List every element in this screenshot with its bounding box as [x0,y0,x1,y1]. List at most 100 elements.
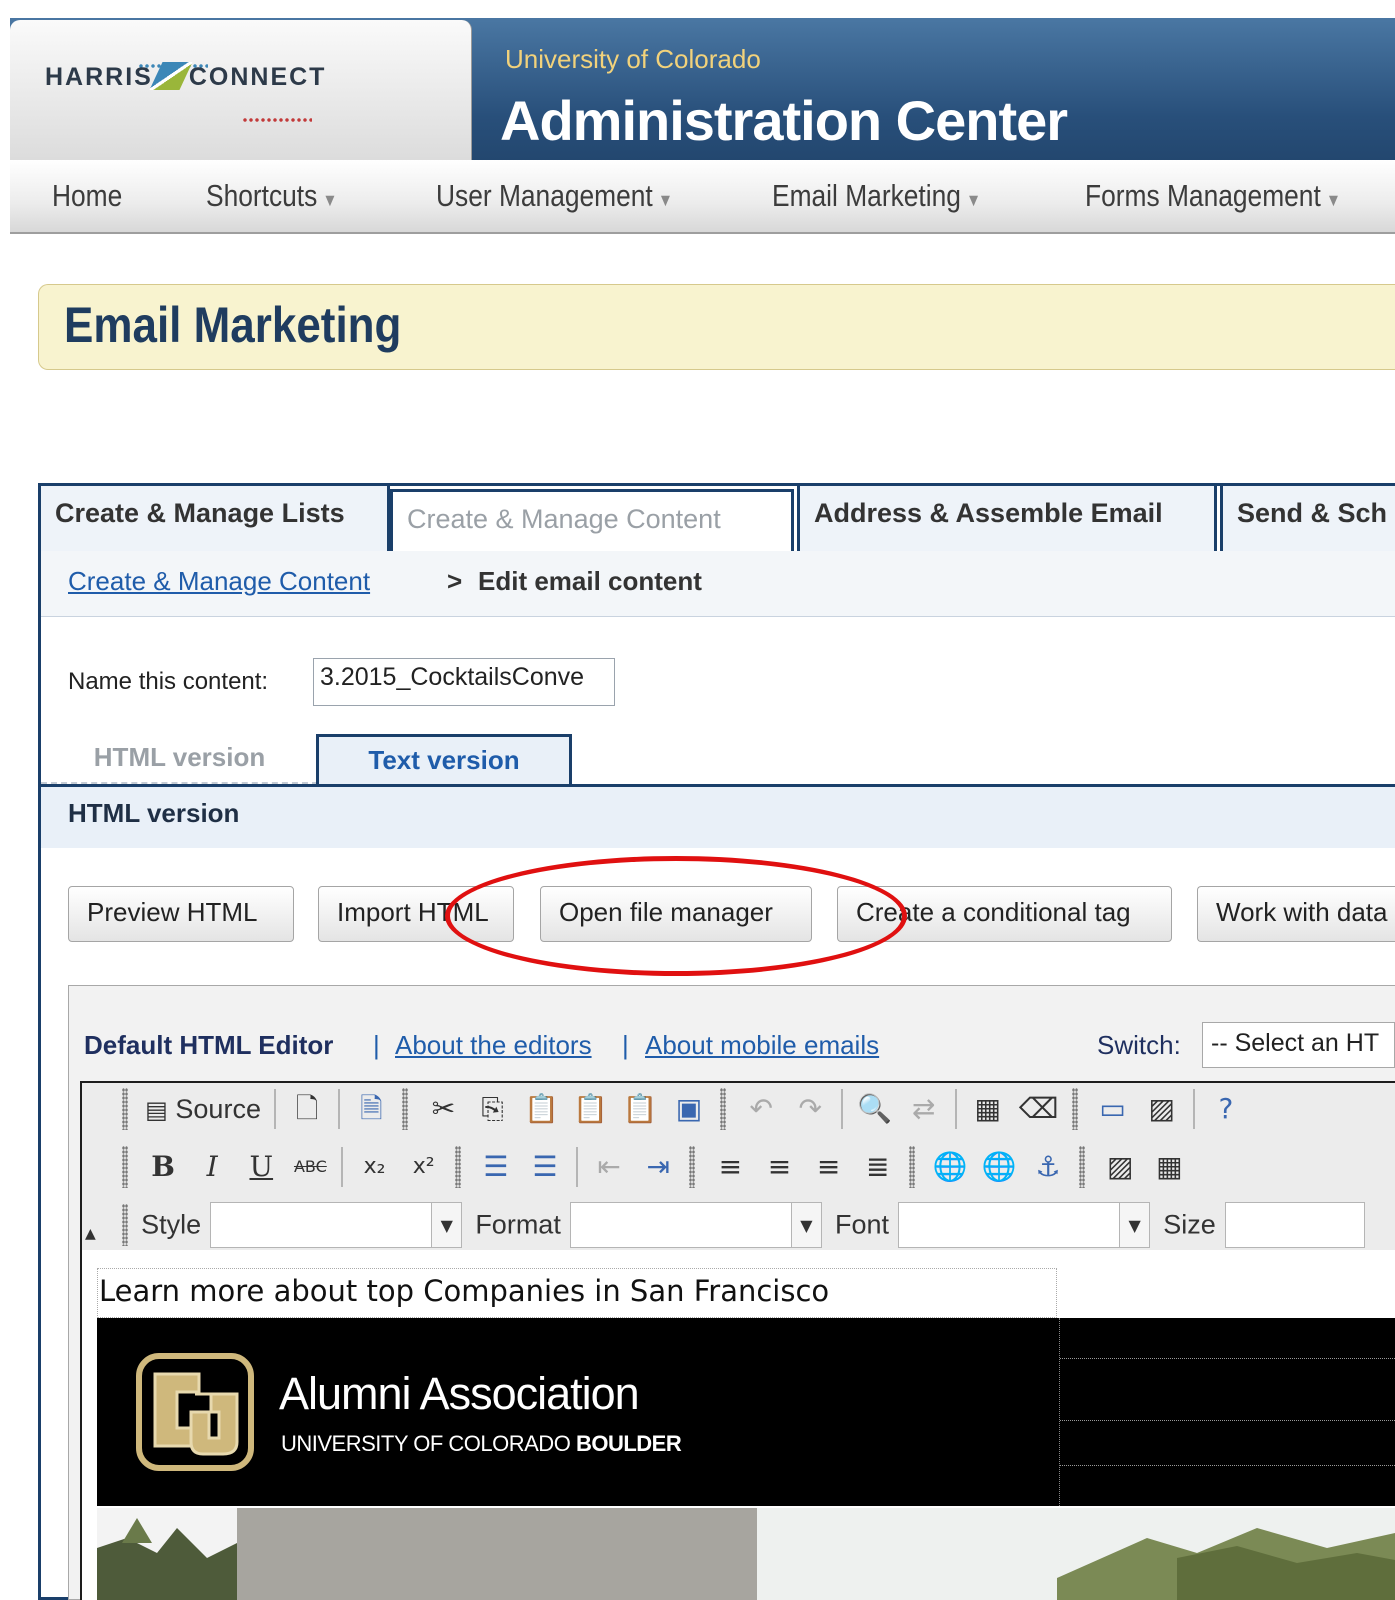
form-icon[interactable]: ▭ [1095,1088,1131,1130]
chevron-down-icon: ▼ [1325,190,1342,210]
nav-shortcuts[interactable]: Shortcuts ▼ [206,178,338,214]
editor-switch-select[interactable]: -- Select an HT [1202,1022,1395,1068]
help-icon[interactable]: ? [1208,1088,1244,1130]
chevron-down-icon: ▼ [966,190,982,210]
numbered-list-icon[interactable]: ☰ [478,1146,514,1188]
button-label: Open file manager [559,897,773,927]
select-all-icon[interactable]: ▦ [970,1088,1006,1130]
logo-mark-icon [149,62,193,90]
tab-html-version[interactable]: HTML version [41,734,318,784]
nav-forms-management[interactable]: Forms Management ▼ [1085,178,1341,214]
toolbar-grip[interactable] [122,1088,128,1130]
superscript-icon[interactable]: x² [406,1146,442,1188]
unlink-icon[interactable]: 🌐 [981,1146,1017,1188]
separator [338,1089,341,1129]
nav-home-label: Home [52,178,123,213]
paste-word-w-icon[interactable]: ▣ [671,1088,707,1130]
toolbar-grip[interactable] [122,1146,128,1188]
align-right-icon[interactable]: ≡ [811,1146,847,1188]
replace-icon[interactable]: ⇄ [906,1088,942,1130]
subscript-icon[interactable]: x₂ [357,1146,393,1188]
strike-icon[interactable]: ABC [292,1146,328,1188]
create-conditional-tag-button[interactable]: Create a conditional tag [837,886,1172,942]
new-page-icon[interactable]: 🗋 [289,1088,325,1130]
table-icon[interactable]: ▦ [1151,1146,1187,1188]
toolbar-row-2: B I U ABC x₂ x² ☰ ☰ ⇤ ⇥ ≡ ≡ ≡ ≣ 🌐 🌐 ⚓ ▨ … [118,1146,1395,1202]
paste-icon[interactable]: 📋 [524,1088,560,1130]
undo-icon[interactable]: ↶ [743,1088,779,1130]
redo-icon[interactable]: ↷ [792,1088,828,1130]
banner-subtitle: UNIVERSITY OF COLORADO BOULDER [281,1431,682,1457]
banner-title: Alumni Association [279,1368,640,1419]
toolbar-row-1: ▤ Source 🗋 🗎 ✂ ⎘ 📋 📋 📋 ▣ ↶ ↷ 🔍 ⇄ ▦ ⌫ ▭ ▨… [118,1088,1395,1144]
underline-icon[interactable]: U [243,1146,279,1188]
logo-text-right: CONNECT [188,63,327,91]
breadcrumb-current: Edit email content [478,566,702,596]
toolbar-grip[interactable] [122,1204,128,1246]
remove-format-icon[interactable]: ⌫ [1019,1088,1059,1130]
nav-home[interactable]: Home [52,178,122,214]
align-left-icon[interactable]: ≡ [712,1146,748,1188]
align-center-icon[interactable]: ≡ [762,1146,798,1188]
font-label: Font [835,1209,890,1240]
find-icon[interactable]: 🔍 [856,1088,892,1130]
toolbar-grip [1071,1088,1078,1130]
style-label: Style [141,1209,202,1240]
source-icon[interactable]: ▤ Source [145,1088,261,1130]
justify-icon[interactable]: ≣ [860,1146,896,1188]
nav-shortcuts-label: Shortcuts [206,178,318,213]
open-file-manager-button[interactable]: Open file manager [540,886,812,942]
image-icon[interactable]: ▨ [1144,1088,1180,1130]
italic-icon[interactable]: I [194,1146,230,1188]
style-select[interactable] [210,1202,433,1248]
banner-subtitle-normal: UNIVERSITY OF COLORADO [281,1431,571,1456]
work-with-data-button[interactable]: Work with data [1197,886,1395,942]
separator [954,1089,957,1129]
format-select[interactable] [569,1202,792,1248]
indent-icon[interactable]: ⇥ [640,1146,676,1188]
nav-email-marketing-label: Email Marketing [772,178,961,213]
copy-icon[interactable]: ⎘ [475,1088,511,1130]
divider [1060,1420,1395,1421]
source-label: Source [175,1094,261,1124]
about-mobile-emails-link[interactable]: About mobile emails [645,1030,879,1061]
preview-html-button[interactable]: Preview HTML [68,886,294,942]
tab-label: Create & Manage Lists [55,498,345,528]
chevron-down-icon[interactable]: ▼ [791,1202,822,1248]
chevron-down-icon[interactable]: ▼ [1120,1202,1151,1248]
paste-word-icon[interactable]: 📋 [622,1088,658,1130]
toolbar-grip [908,1146,915,1188]
image-icon[interactable]: ▨ [1102,1146,1138,1188]
content-name-input[interactable]: 3.2015_CocktailsConve [313,658,615,706]
about-editors-link[interactable]: About the editors [395,1030,592,1061]
breadcrumb-link-content[interactable]: Create & Manage Content [68,566,370,597]
import-html-button[interactable]: Import HTML [318,886,514,942]
anchor-icon[interactable]: ⚓ [1030,1146,1066,1188]
cut-icon[interactable]: ✂ [426,1088,462,1130]
size-select[interactable] [1224,1202,1365,1248]
tab-create-manage-lists[interactable]: Create & Manage Lists [38,483,390,556]
separator: | [622,1030,629,1060]
tab-address-assemble-email[interactable]: Address & Assemble Email [797,483,1217,556]
tab-send-schedule[interactable]: Send & Sch [1220,483,1395,556]
switch-label: Switch: [1097,1030,1181,1060]
paste-text-icon[interactable]: 📋 [573,1088,609,1130]
format-label: Format [475,1209,561,1240]
nav-user-management[interactable]: User Management ▼ [436,178,673,214]
separator [1192,1089,1195,1129]
page-title: Email Marketing [64,297,402,353]
separator [576,1147,579,1187]
link-icon[interactable]: 🌐 [932,1146,968,1188]
email-header-photo [97,1508,1395,1600]
collapse-toolbar-icon[interactable]: ▲ [85,1226,96,1242]
templates-icon[interactable]: 🗎 [353,1088,389,1130]
university-name: University of Colorado [505,44,761,74]
bulleted-list-icon[interactable]: ☰ [527,1146,563,1188]
font-select[interactable] [898,1202,1121,1248]
tab-text-version[interactable]: Text version [316,734,572,784]
button-label: Work with data [1216,897,1388,927]
chevron-down-icon[interactable]: ▼ [432,1202,463,1248]
bold-icon[interactable]: B [145,1146,181,1188]
nav-email-marketing[interactable]: Email Marketing ▼ [772,178,981,214]
outdent-icon[interactable]: ⇤ [591,1146,627,1188]
